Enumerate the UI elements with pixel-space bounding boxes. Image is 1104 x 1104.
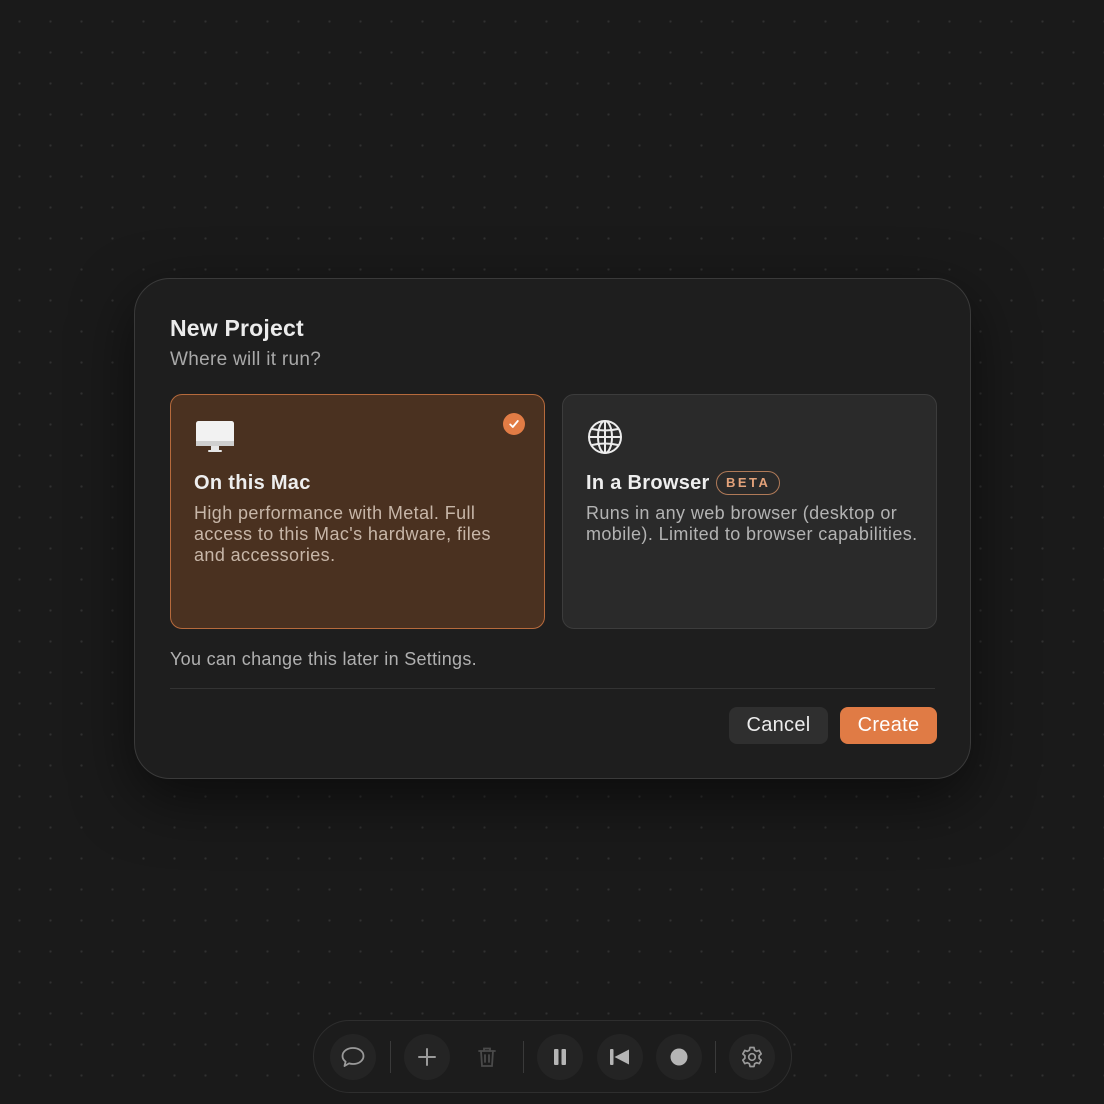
option-in-a-browser[interactable]: In a Browser BETA Runs in any web browse… <box>562 394 937 629</box>
toolbar-separator <box>390 1041 391 1073</box>
chat-bubble-icon[interactable] <box>330 1034 376 1080</box>
desktop-computer-icon <box>196 421 234 452</box>
option-on-this-mac[interactable]: On this Mac High performance with Metal.… <box>170 394 545 629</box>
pause-icon[interactable] <box>537 1034 583 1080</box>
globe-icon <box>588 420 622 454</box>
new-project-dialog: New Project Where will it run? On this M… <box>134 278 971 779</box>
option-title: On this Mac <box>194 472 311 494</box>
cancel-button[interactable]: Cancel <box>729 707 828 744</box>
gear-icon[interactable] <box>729 1034 775 1080</box>
plus-icon[interactable] <box>404 1034 450 1080</box>
option-description: High performance with Metal. Full access… <box>194 503 491 565</box>
toolbar-separator <box>523 1041 524 1073</box>
dialog-title: New Project <box>170 315 304 341</box>
option-title: In a Browser <box>586 472 710 494</box>
bottom-toolbar <box>313 1020 792 1093</box>
toolbar-separator <box>715 1041 716 1073</box>
skip-back-icon[interactable] <box>597 1034 643 1080</box>
divider <box>170 688 935 689</box>
selected-check-icon <box>503 413 525 435</box>
trash-icon[interactable] <box>464 1034 510 1080</box>
create-button[interactable]: Create <box>840 707 937 744</box>
option-description: Runs in any web browser (desktop or mobi… <box>586 503 918 544</box>
record-icon[interactable] <box>656 1034 702 1080</box>
settings-note: You can change this later in Settings. <box>170 649 477 669</box>
dialog-subtitle: Where will it run? <box>170 349 322 370</box>
beta-badge: BETA <box>716 471 781 495</box>
